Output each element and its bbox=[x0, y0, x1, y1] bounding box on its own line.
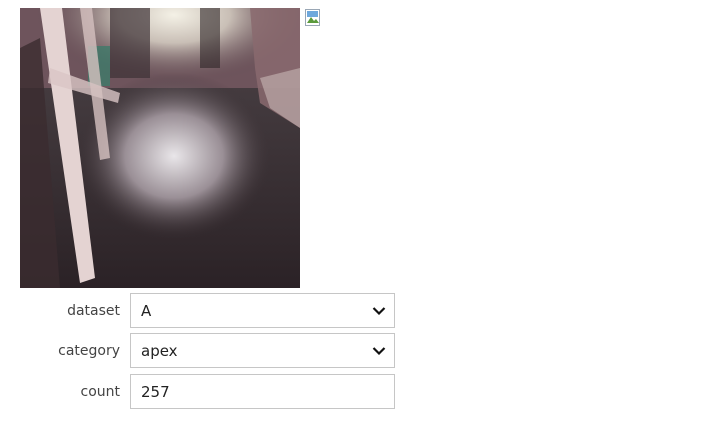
category-row: category apex bbox=[20, 333, 395, 368]
dataset-row: dataset A bbox=[20, 293, 395, 328]
count-field[interactable] bbox=[130, 374, 395, 409]
dataset-label: dataset bbox=[67, 302, 120, 319]
broken-image-icon bbox=[305, 9, 321, 27]
dataset-select[interactable]: A bbox=[130, 293, 395, 328]
category-select[interactable]: apex bbox=[130, 333, 395, 368]
preview-image bbox=[20, 8, 300, 288]
chevron-down-icon bbox=[372, 346, 386, 355]
category-value: apex bbox=[141, 341, 178, 360]
count-input[interactable] bbox=[141, 382, 386, 401]
count-label: count bbox=[80, 383, 121, 400]
dataset-value: A bbox=[141, 301, 152, 320]
category-label: category bbox=[58, 342, 120, 359]
chevron-down-icon bbox=[372, 306, 386, 315]
floor-photo-icon bbox=[20, 8, 300, 288]
count-row: count bbox=[20, 374, 395, 409]
